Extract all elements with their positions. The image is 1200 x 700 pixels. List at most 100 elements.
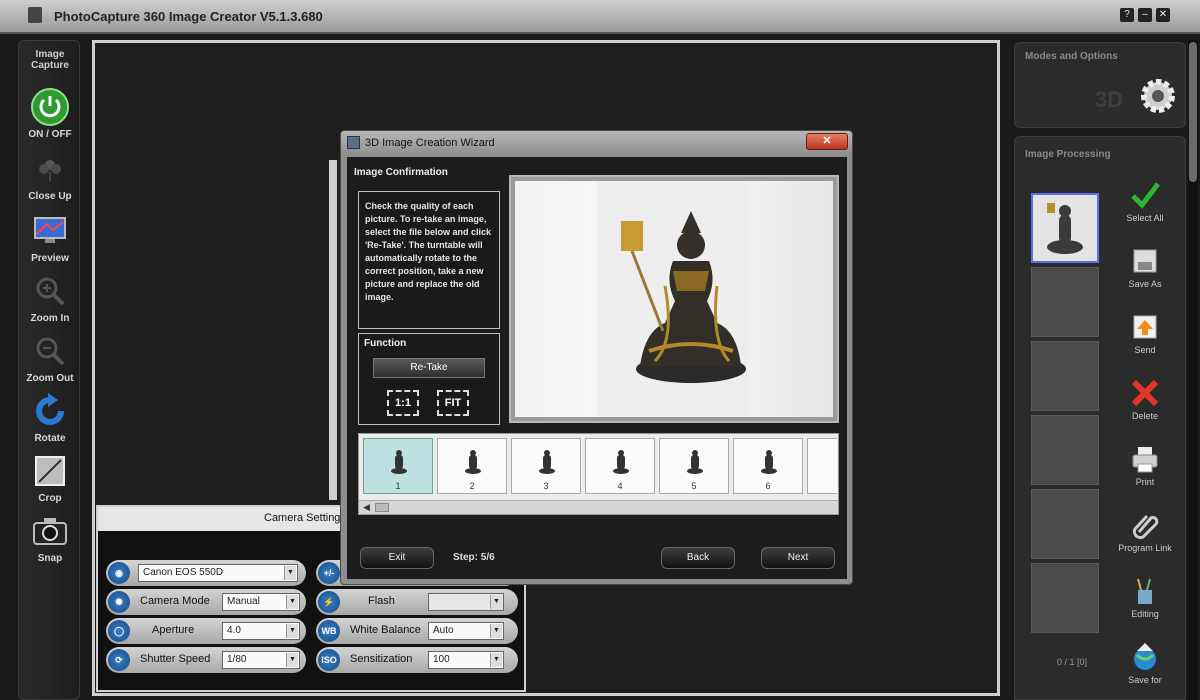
delete-button[interactable]: Delete xyxy=(1113,377,1177,421)
processed-image-thumbnail[interactable] xyxy=(1031,193,1099,263)
action-label: Save As xyxy=(1128,279,1162,289)
shutter-speed-select[interactable]: 1/80 ▼ xyxy=(222,651,300,669)
scrollbar-thumb[interactable] xyxy=(1189,42,1197,182)
camera-model-select[interactable]: Canon EOS 550D ▼ xyxy=(138,564,298,582)
retake-button[interactable]: Re-Take xyxy=(373,358,485,378)
empty-thumbnail-slot[interactable] xyxy=(1031,563,1099,633)
iso-icon: ISO xyxy=(318,649,340,671)
wizard-close-button[interactable]: ✕ xyxy=(806,133,848,150)
select-all-button[interactable]: Select All xyxy=(1113,179,1177,223)
upload-icon xyxy=(1129,311,1161,343)
next-button[interactable]: Next xyxy=(761,547,835,569)
wizard-app-icon xyxy=(347,136,360,149)
program-link-button[interactable]: Program Link xyxy=(1113,509,1177,553)
title-bar: PhotoCapture 360 Image Creator V5.1.3.68… xyxy=(0,0,1200,34)
toolbar-item-on-off[interactable]: ON / OFF xyxy=(19,87,81,147)
instructions-text: Check the quality of each picture. To re… xyxy=(365,201,492,302)
toolbar-label: Zoom In xyxy=(30,313,70,324)
toolbar-label: Zoom Out xyxy=(26,373,74,384)
print-button[interactable]: Print xyxy=(1113,443,1177,487)
thumbnail-item-partial[interactable] xyxy=(807,438,837,494)
shutter-speed-value: 1/80 xyxy=(227,654,247,665)
camera-mode-value: Manual xyxy=(227,596,260,607)
editing-button[interactable]: Editing xyxy=(1113,575,1177,619)
statue-thumbnail xyxy=(687,450,703,474)
send-button[interactable]: Send xyxy=(1113,311,1177,355)
zoom-fit-button[interactable]: FIT xyxy=(435,388,471,418)
toolbar-item-zoom-out[interactable]: Zoom Out xyxy=(19,331,81,391)
help-button[interactable]: ? xyxy=(1120,8,1134,22)
sensitization-select[interactable]: 100 ▼ xyxy=(428,651,504,669)
empty-thumbnail-slot[interactable] xyxy=(1031,267,1099,337)
statue-thumbnail xyxy=(761,450,777,474)
minimize-button[interactable]: – xyxy=(1138,8,1152,22)
image-creation-wizard-dialog: 3D Image Creation Wizard ✕ Image Confirm… xyxy=(340,130,853,585)
toolbar-item-rotate[interactable]: Rotate xyxy=(19,391,81,451)
chevron-down-icon: ▼ xyxy=(286,595,298,609)
statue-thumbnail xyxy=(613,450,629,474)
thumbnail-scrollbar[interactable]: ◀ xyxy=(359,500,838,514)
mode-3d-button[interactable]: 3D xyxy=(1095,87,1123,113)
back-button[interactable]: Back xyxy=(661,547,735,569)
camera-model-row: ◉ Canon EOS 550D ▼ xyxy=(106,560,306,586)
image-preview[interactable] xyxy=(509,175,839,423)
thumbnail-item[interactable]: 2 xyxy=(437,438,507,494)
close-button[interactable]: ✕ xyxy=(1156,8,1170,22)
save-for-button[interactable]: Save for xyxy=(1113,641,1177,685)
toolbar-item-zoom-in[interactable]: Zoom In xyxy=(19,271,81,331)
gear-icon[interactable] xyxy=(1137,75,1179,122)
exposure-icon: +/- xyxy=(318,562,340,584)
thumbnail-item[interactable]: 6 xyxy=(733,438,803,494)
zoom-1to1-button[interactable]: 1:1 xyxy=(385,388,421,418)
chevron-down-icon: ▼ xyxy=(284,566,296,580)
aperture-row: ◯ Aperture 4.0 ▼ xyxy=(106,618,306,644)
white-balance-label: White Balance xyxy=(350,624,421,636)
shutter-icon: ⟳ xyxy=(108,649,130,671)
function-box: Function Re-Take 1:1 FIT xyxy=(358,333,500,425)
toolbar-item-snap[interactable]: Snap xyxy=(19,511,81,571)
flash-label: Flash xyxy=(368,595,395,607)
camera-model-value: Canon EOS 550D xyxy=(143,567,224,578)
scroll-left-arrow-icon[interactable]: ◀ xyxy=(363,502,370,513)
white-balance-value: Auto xyxy=(433,625,454,636)
camera-mode-select[interactable]: Manual ▼ xyxy=(222,593,300,611)
flash-select[interactable]: ▼ xyxy=(428,593,504,611)
processing-heading: Image Processing xyxy=(1025,149,1111,160)
camera-mode-row: ✺ Camera Mode Manual ▼ xyxy=(106,589,306,615)
statue-thumbnail xyxy=(465,450,481,474)
toolbar-label: Close Up xyxy=(28,191,72,202)
window-controls: ? – ✕ xyxy=(1120,8,1170,22)
instructions-box: Check the quality of each picture. To re… xyxy=(358,191,500,329)
white-balance-select[interactable]: Auto ▼ xyxy=(428,622,504,640)
toolbar-item-preview[interactable]: Preview xyxy=(19,211,81,271)
camera-mode-icon: ✺ xyxy=(108,591,130,613)
thumbnail-item[interactable]: 3 xyxy=(511,438,581,494)
thumbnail-item[interactable]: 5 xyxy=(659,438,729,494)
toolbar-item-crop[interactable]: Crop xyxy=(19,451,81,511)
globe-icon xyxy=(1129,641,1161,673)
wizard-heading: Image Confirmation xyxy=(354,167,448,178)
empty-thumbnail-slot[interactable] xyxy=(1031,341,1099,411)
modes-heading: Modes and Options xyxy=(1025,51,1118,62)
statue-thumbnail xyxy=(391,450,407,474)
chevron-down-icon: ▼ xyxy=(286,653,298,667)
exit-button[interactable]: Exit xyxy=(360,547,434,569)
vertical-scrollbar[interactable] xyxy=(1188,40,1198,700)
scrollbar-thumb[interactable] xyxy=(375,503,389,512)
empty-thumbnail-slot[interactable] xyxy=(1031,415,1099,485)
save-as-button[interactable]: Save As xyxy=(1113,245,1177,289)
flower-icon xyxy=(30,149,70,189)
toolbar-item-close-up[interactable]: Close Up xyxy=(19,149,81,209)
sensitization-row: ISO Sensitization 100 ▼ xyxy=(316,647,518,673)
shutter-speed-row: ⟳ Shutter Speed 1/80 ▼ xyxy=(106,647,306,673)
save-icon xyxy=(1129,245,1161,277)
thumbnail-item[interactable]: 1 xyxy=(363,438,433,494)
empty-thumbnail-slot[interactable] xyxy=(1031,489,1099,559)
chevron-down-icon: ▼ xyxy=(490,624,502,638)
action-label: Print xyxy=(1135,477,1155,487)
camera-icon: ◉ xyxy=(108,562,130,584)
chevron-down-icon: ▼ xyxy=(286,624,298,638)
aperture-select[interactable]: 4.0 ▼ xyxy=(222,622,300,640)
thumbnail-item[interactable]: 4 xyxy=(585,438,655,494)
toolbar-label: Crop xyxy=(38,493,62,504)
